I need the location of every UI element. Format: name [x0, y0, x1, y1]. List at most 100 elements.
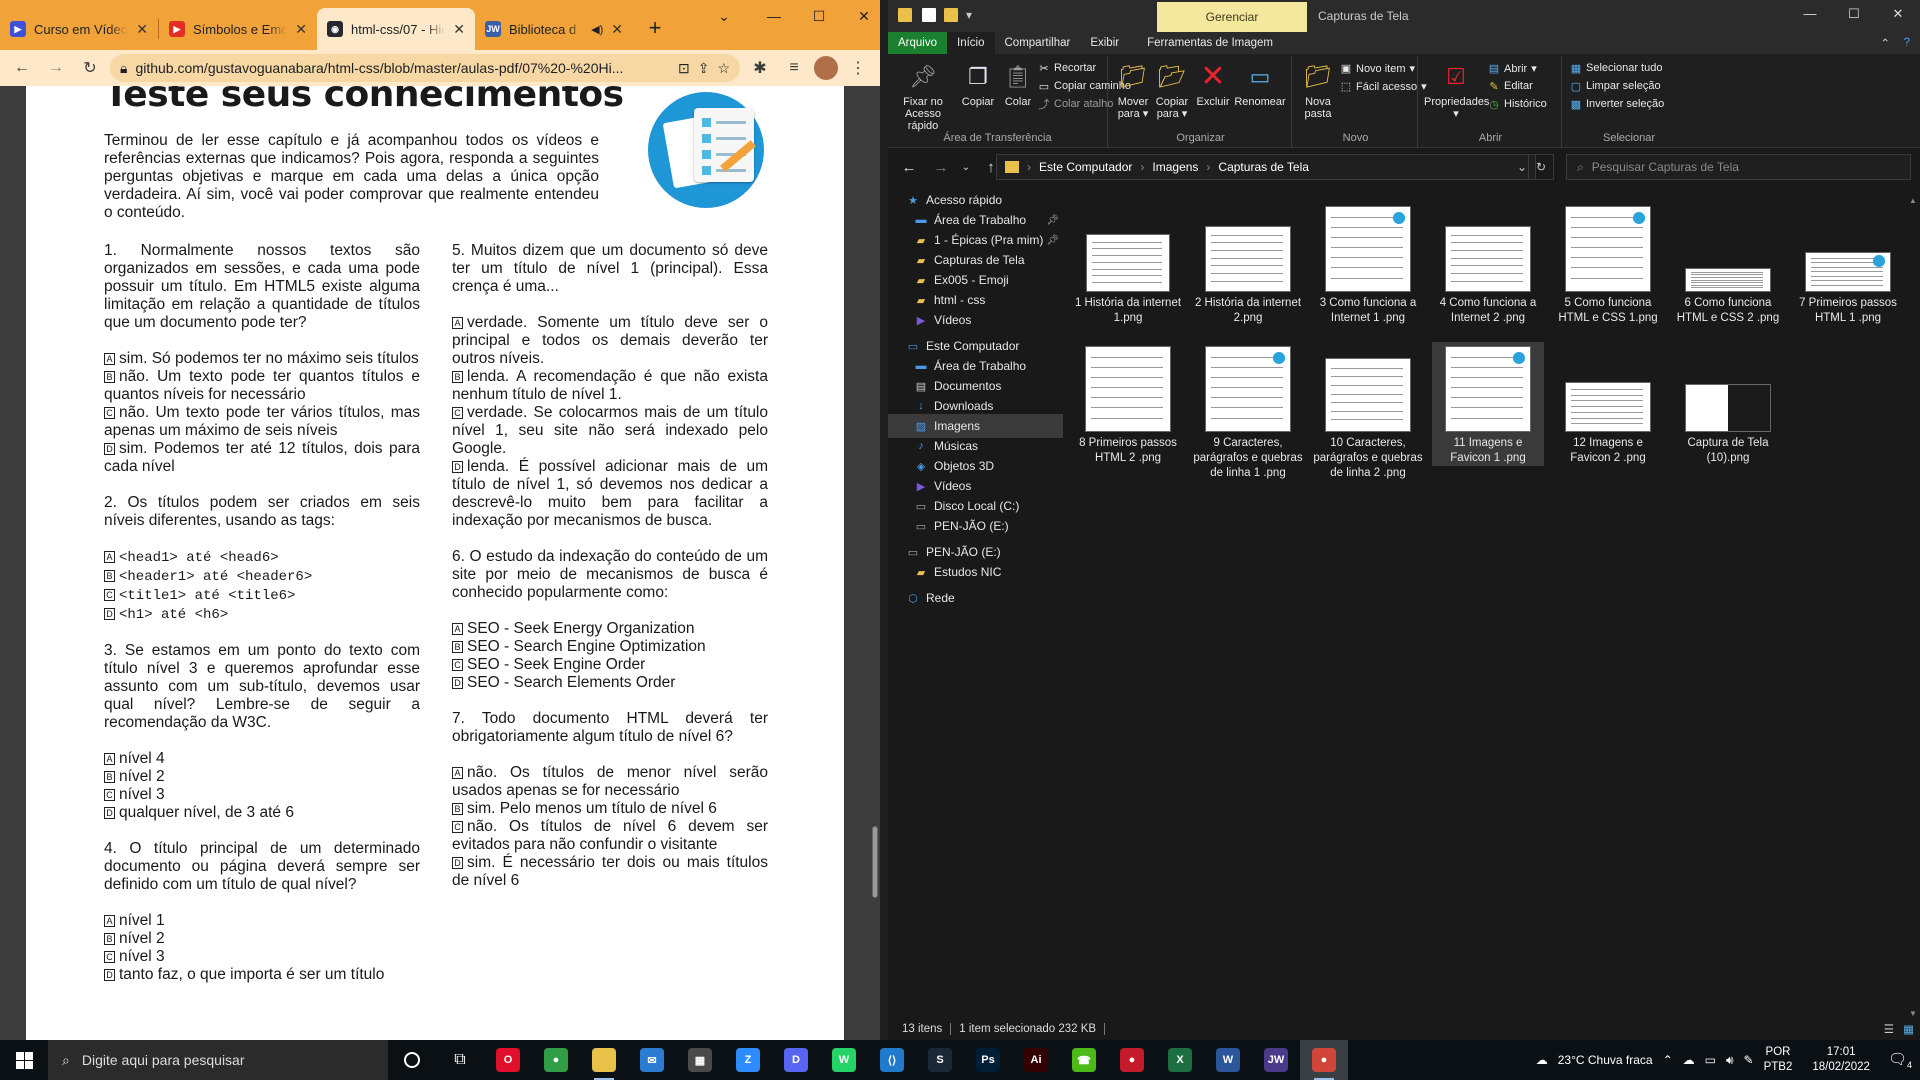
close-window-button[interactable]: ✕: [840, 0, 888, 32]
tab-github-html-css[interactable]: ◉ html-css/07 - Hie ✕: [317, 8, 475, 50]
store-taskbar-button[interactable]: ▦: [676, 1040, 724, 1080]
rename-button[interactable]: ▭ Renomear: [1234, 62, 1286, 109]
language-indicator[interactable]: POR PTB2: [1764, 1045, 1793, 1075]
address-bar[interactable]: 🔒︎ github.com/gustavoguanabara/html-css/…: [110, 54, 740, 82]
nav-item[interactable]: ▶ Vídeos: [888, 308, 1063, 332]
tab-search-icon[interactable]: ⌄: [700, 0, 748, 32]
profile-avatar[interactable]: [814, 56, 838, 80]
tab-ferramentas-imagem[interactable]: Ferramentas de Imagem: [1137, 32, 1283, 54]
select-all-button[interactable]: ▦ Selecionar tudo: [1570, 62, 1663, 75]
paste-shortcut-button[interactable]: ⤴ Colar atalho: [1038, 98, 1114, 111]
back-icon[interactable]: ←: [896, 159, 922, 176]
refresh-icon[interactable]: ↻: [1528, 154, 1554, 180]
history-button[interactable]: ◷ Histórico: [1488, 98, 1547, 111]
tab-biblioteca[interactable]: JW Biblioteca d ◀) ✕: [475, 8, 633, 50]
file-explorer-taskbar-button[interactable]: [580, 1040, 628, 1080]
collapse-ribbon-icon[interactable]: ⌃: [1880, 36, 1890, 50]
file-item[interactable]: 7 Primeiros passos HTML 1 .png: [1792, 202, 1904, 326]
close-window-button[interactable]: ✕: [1876, 6, 1920, 22]
phone-taskbar-button[interactable]: ☎: [1060, 1040, 1108, 1080]
file-item[interactable]: 11 Imagens e Favicon 1 .png: [1432, 342, 1544, 466]
customize-qat-icon[interactable]: ▾: [966, 8, 972, 22]
details-view-icon[interactable]: ☰: [1884, 1022, 1894, 1036]
reload-icon[interactable]: ↻: [76, 54, 104, 82]
reading-list-icon[interactable]: ≡: [780, 54, 808, 82]
file-item[interactable]: 1 História da internet 1.png: [1072, 202, 1184, 326]
file-item[interactable]: 2 História da internet 2.png: [1192, 202, 1304, 326]
forward-icon[interactable]: →: [42, 54, 70, 82]
edit-button[interactable]: ✎ Editar: [1488, 80, 1532, 93]
minimize-button[interactable]: —: [750, 0, 798, 32]
word-taskbar-button[interactable]: W: [1204, 1040, 1252, 1080]
cortana-icon[interactable]: [388, 1040, 436, 1080]
file-item[interactable]: 8 Primeiros passos HTML 2 .png: [1072, 342, 1184, 466]
new-item-button[interactable]: ▣ Novo item ▾: [1340, 62, 1415, 76]
file-item[interactable]: Captura de Tela (10).png: [1672, 342, 1784, 466]
maximize-button[interactable]: ☐: [795, 0, 843, 32]
share-icon[interactable]: ⇪: [698, 60, 710, 77]
close-tab-icon[interactable]: ✕: [136, 21, 148, 38]
jw-library-taskbar-button[interactable]: JW: [1252, 1040, 1300, 1080]
lock-icon[interactable]: 🔒︎: [120, 60, 127, 77]
audio-playing-icon[interactable]: ◀): [591, 23, 603, 36]
paste-button[interactable]: 📋︎ Colar: [1000, 62, 1036, 109]
nav-item[interactable]: ⬡ Rede: [888, 586, 1063, 610]
maximize-button[interactable]: ☐: [1832, 6, 1876, 22]
help-icon[interactable]: ?: [1904, 37, 1910, 49]
nav-item[interactable]: ▰ Estudos NIC: [888, 560, 1063, 584]
select-none-button[interactable]: ▢ Limpar seleção: [1570, 80, 1661, 93]
back-icon[interactable]: ←: [8, 54, 36, 82]
start-button[interactable]: [0, 1040, 48, 1080]
show-hidden-icons-icon[interactable]: ⌃: [1663, 1053, 1673, 1067]
illustrator-taskbar-button[interactable]: Ai: [1012, 1040, 1060, 1080]
tab-simbolos-emojis[interactable]: ▶ Símbolos e Emojis ✕: [159, 8, 317, 50]
bookmark-star-icon[interactable]: ☆: [717, 60, 730, 77]
open-button[interactable]: ▤ Abrir ▾: [1488, 62, 1537, 76]
new-folder-quick-icon[interactable]: [944, 8, 958, 22]
invert-selection-button[interactable]: ▩ Inverter seleção: [1570, 98, 1664, 111]
translate-icon[interactable]: ⊡: [678, 60, 690, 77]
clock[interactable]: 17:01 18/02/2022: [1812, 1045, 1870, 1075]
content-scrollbar[interactable]: ▲ ▼: [1906, 196, 1920, 1018]
cut-button[interactable]: ✂ Recortar: [1038, 62, 1096, 75]
file-item[interactable]: 12 Imagens e Favicon 2 .png: [1552, 342, 1664, 466]
task-view-icon[interactable]: ⧉: [436, 1040, 484, 1080]
tab-exibir[interactable]: Exibir: [1080, 32, 1129, 54]
search-box[interactable]: ⌕ Pesquisar Capturas de Tela: [1566, 154, 1911, 180]
recent-locations-icon[interactable]: ⌄: [960, 162, 972, 173]
chrome-running-taskbar-button[interactable]: ●: [1300, 1040, 1348, 1080]
large-icons-view-icon[interactable]: ▦: [1903, 1022, 1914, 1036]
pin-quick-access-button[interactable]: 📌︎ Fixar no Acesso rápido: [894, 62, 952, 133]
easy-access-button[interactable]: ⬚ Fácil acesso ▾: [1340, 80, 1427, 94]
tab-compartilhar[interactable]: Compartilhar: [995, 32, 1081, 54]
address-bar[interactable]: › Este Computador › Imagens › Capturas d…: [996, 154, 1536, 180]
onedrive-icon[interactable]: ☁: [1683, 1053, 1695, 1067]
volume-icon[interactable]: 🔊︎: [1726, 1053, 1734, 1068]
file-item[interactable]: 6 Como funciona HTML e CSS 2 .png: [1672, 202, 1784, 326]
tab-gerenciar[interactable]: Gerenciar: [1157, 2, 1307, 32]
file-item[interactable]: 10 Caracteres, parágrafos e quebras de l…: [1312, 342, 1424, 481]
close-tab-icon[interactable]: ✕: [453, 21, 465, 38]
zoom-taskbar-button[interactable]: Z: [724, 1040, 772, 1080]
minimize-button[interactable]: —: [1788, 6, 1832, 21]
tab-arquivo[interactable]: Arquivo: [888, 32, 947, 54]
file-item[interactable]: 5 Como funciona HTML e CSS 1.png: [1552, 202, 1664, 326]
vscode-taskbar-button[interactable]: ⟨⟩: [868, 1040, 916, 1080]
breadcrumb-imagens[interactable]: Imagens: [1152, 160, 1198, 174]
record-taskbar-button[interactable]: ●: [1108, 1040, 1156, 1080]
photoshop-taskbar-button[interactable]: Ps: [964, 1040, 1012, 1080]
file-item[interactable]: 9 Caracteres, parágrafos e quebras de li…: [1192, 342, 1304, 481]
breadcrumb-este-computador[interactable]: Este Computador: [1039, 160, 1132, 174]
properties-quick-icon[interactable]: [922, 8, 936, 22]
move-to-button[interactable]: 📁︎ Mover para ▾: [1114, 62, 1152, 121]
chrome-taskbar-button[interactable]: ●: [532, 1040, 580, 1080]
taskbar-search[interactable]: ⌕ Digite aqui para pesquisar: [48, 1040, 388, 1080]
file-item[interactable]: 3 Como funciona a Internet 1 .png: [1312, 202, 1424, 326]
new-folder-button[interactable]: 📁︎ Nova pasta: [1298, 62, 1338, 121]
network-icon[interactable]: ▭: [1705, 1053, 1716, 1067]
close-tab-icon[interactable]: ✕: [611, 21, 623, 38]
excel-taskbar-button[interactable]: X: [1156, 1040, 1204, 1080]
whatsapp-taskbar-button[interactable]: W: [820, 1040, 868, 1080]
file-item[interactable]: 4 Como funciona a Internet 2 .png: [1432, 202, 1544, 326]
close-tab-icon[interactable]: ✕: [295, 21, 307, 38]
